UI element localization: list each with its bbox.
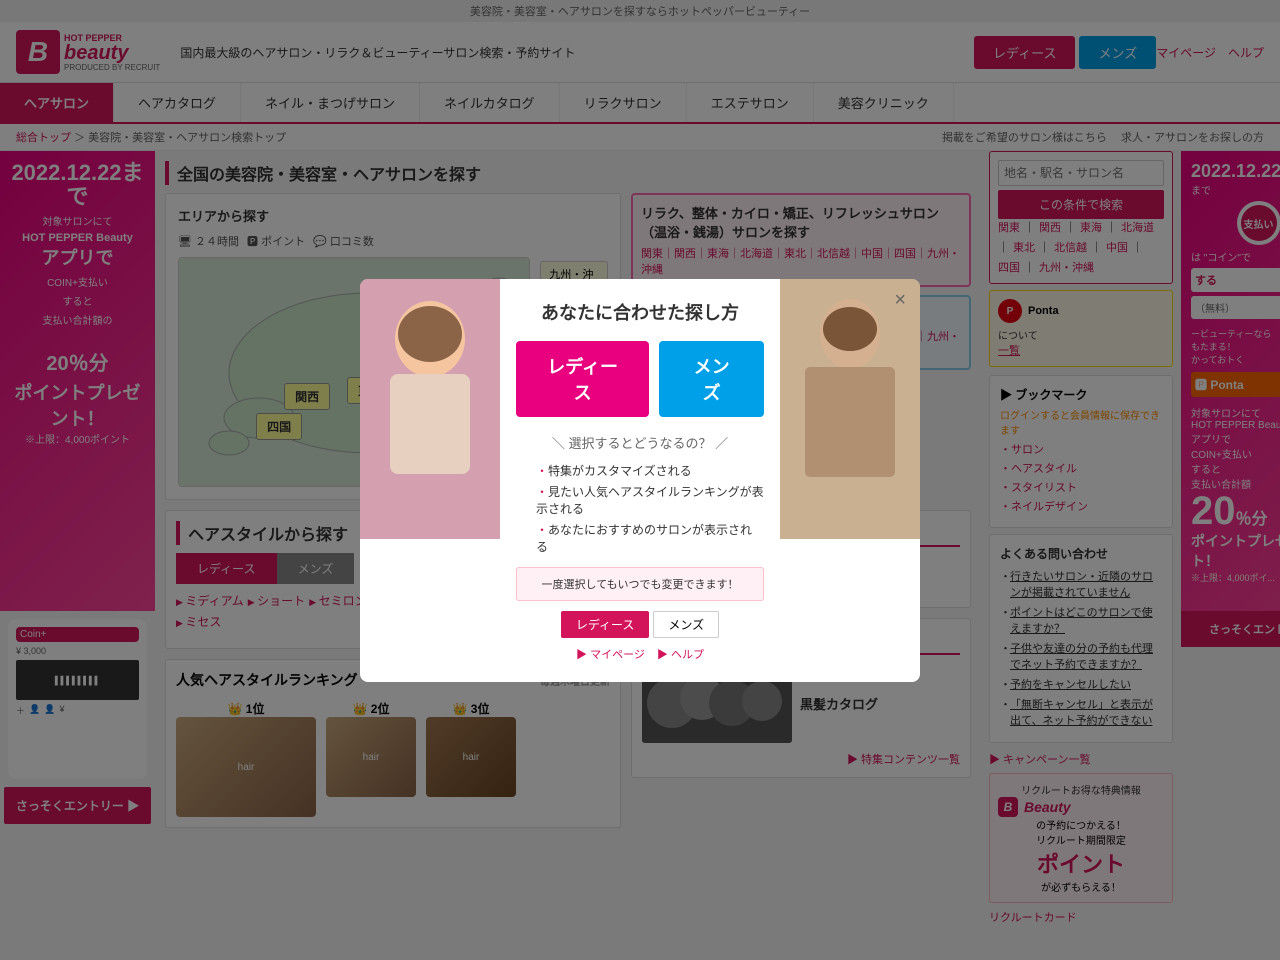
modal-dialog: × あなたに合わせた探し方 レディース メンズ 選択するとどうな (360, 279, 920, 682)
modal-feature-1: 特集がカスタマイズされる (536, 462, 764, 479)
modal-feature-3: あなたにおすすめのサロンが表示される (536, 521, 764, 555)
modal-woman-image (360, 279, 500, 539)
modal-title: あなたに合わせた探し方 (516, 299, 764, 325)
modal-tab-links: レディース メンズ (516, 611, 764, 638)
modal-gender-buttons: レディース メンズ (516, 341, 764, 417)
modal-center: あなたに合わせた探し方 レディース メンズ 選択するとどうなるの？ 特集がカスタ… (500, 279, 780, 682)
modal-bottom-links: ▶ マイページ ▶ ヘルプ (516, 646, 764, 662)
modal-mens-button[interactable]: メンズ (659, 341, 764, 417)
modal-help-link[interactable]: ▶ ヘルプ (657, 646, 704, 662)
modal-close-button[interactable]: × (894, 289, 906, 312)
modal-features: 特集がカスタマイズされる 見たい人気ヘアスタイルランキングが表示される あなたに… (516, 462, 764, 555)
modal-man-image (780, 279, 920, 539)
modal-images: あなたに合わせた探し方 レディース メンズ 選択するとどうなるの？ 特集がカスタ… (360, 279, 920, 682)
modal-feature-2: 見たい人気ヘアスタイルランキングが表示される (536, 483, 764, 517)
modal-overlay[interactable]: × あなたに合わせた探し方 レディース メンズ 選択するとどうな (0, 0, 1280, 960)
modal-tab-ladies[interactable]: レディース (561, 611, 650, 638)
modal-select-text: 選択するとどうなるの？ (516, 433, 764, 452)
modal-tab-mens[interactable]: メンズ (653, 611, 719, 638)
modal-my-page-link[interactable]: ▶ マイページ (576, 646, 645, 662)
modal-ladies-button[interactable]: レディース (516, 341, 649, 417)
modal-note: 一度選択してもいつでも変更できます！ (516, 567, 764, 601)
